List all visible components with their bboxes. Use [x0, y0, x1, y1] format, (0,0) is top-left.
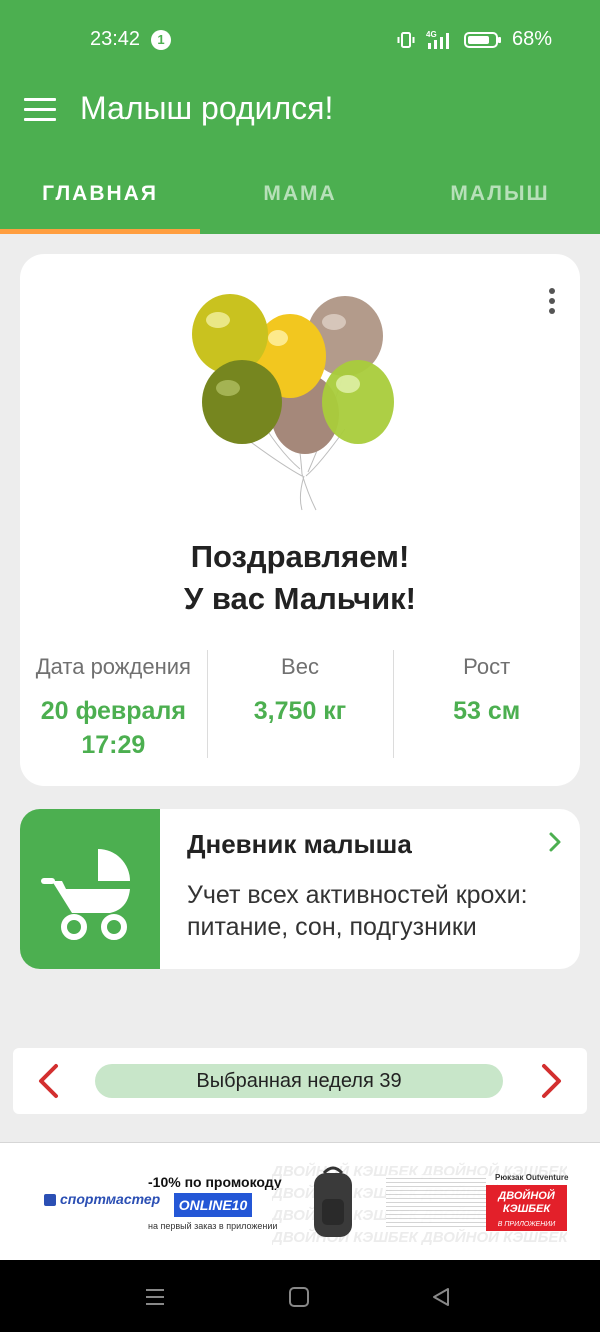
notification-badge: 1: [151, 30, 171, 50]
stat-label: Рост: [463, 654, 511, 679]
ad-promo-code: ONLINE10: [174, 1193, 252, 1217]
home-button-icon[interactable]: [288, 1286, 310, 1308]
back-button-icon[interactable]: [430, 1286, 452, 1308]
page-title: Малыш родился!: [80, 90, 334, 126]
ad-promo-subtext: на первый заказ в приложении: [148, 1221, 278, 1231]
baby-stats: Дата рождения 20 февраля 17:29 Вес 3,750…: [20, 644, 580, 764]
more-options-icon[interactable]: [546, 288, 558, 316]
stat-weight: Вес 3,750 кг: [206, 644, 394, 764]
backpack-image: [314, 1166, 352, 1237]
ad-promo-text: -10% по промокоду: [148, 1174, 282, 1190]
diary-icon-box: [20, 809, 160, 969]
recent-apps-icon[interactable]: [144, 1286, 166, 1308]
signal-4g-icon: 4G: [426, 30, 449, 49]
status-time: 23:42: [90, 28, 141, 50]
ad-brand-logo: спортмастер: [44, 1191, 160, 1207]
ad-legal-text: [386, 1175, 486, 1229]
stat-birth-date: Дата рождения 20 февраля 17:29: [20, 644, 207, 764]
weight-value: 3,750 кг: [253, 697, 347, 725]
brand-mark-icon: [44, 1194, 56, 1207]
tab-mom[interactable]: МАМА: [200, 150, 400, 234]
app-bar: Малыш родился!: [0, 80, 600, 150]
birth-date-value: 20 февраля: [40, 697, 186, 725]
congrats-heading: Поздравляем! У вас Мальчик!: [20, 536, 580, 620]
prev-week-arrow-icon[interactable]: [35, 1062, 61, 1100]
stat-height: Рост 53 см: [393, 644, 580, 764]
status-icons: 4G 68%: [396, 28, 552, 51]
stat-value: 20 февраля 17:29: [20, 694, 207, 762]
stroller-icon: [41, 849, 130, 940]
vibrate-icon: [397, 31, 415, 48]
stat-label: Вес: [281, 654, 319, 679]
balloons-image: [192, 294, 394, 511]
congrats-line-2: У вас Мальчик!: [183, 581, 416, 616]
status-bar: 23:42 1 4G 68%: [0, 0, 600, 80]
week-selector: Выбранная неделя 39: [13, 1048, 587, 1114]
system-nav-bar: [0, 1260, 600, 1332]
baby-diary-card[interactable]: Дневник малыша Учет всех активностей кро…: [20, 809, 580, 969]
tab-main[interactable]: ГЛАВНАЯ: [0, 150, 200, 234]
svg-text:4G: 4G: [426, 30, 437, 39]
stat-label: Дата рождения: [35, 654, 191, 679]
ad-brand-name: спортмастер: [60, 1191, 161, 1207]
battery-icon: [463, 31, 501, 48]
selected-week-label: Выбранная неделя 39: [95, 1064, 503, 1098]
height-value: 53 см: [453, 697, 521, 725]
tab-baby[interactable]: МАЛЫШ: [400, 150, 600, 234]
birth-time-value: 17:29: [81, 731, 146, 759]
next-week-arrow-icon[interactable]: [539, 1062, 565, 1100]
baby-info-card: Поздравляем! У вас Мальчик! Дата рождени…: [20, 254, 580, 786]
ad-product-name: Рюкзак Outventure: [495, 1173, 569, 1182]
ad-banner[interactable]: спортмастер -10% по промокоду ONLINE10 н…: [0, 1142, 600, 1260]
chevron-right-icon[interactable]: [548, 831, 562, 853]
hamburger-menu-icon[interactable]: [24, 98, 56, 122]
tab-bar: ГЛАВНАЯ МАМА МАЛЫШ: [0, 150, 600, 234]
diary-title: Дневник малыша: [187, 829, 412, 859]
congrats-line-1: Поздравляем!: [190, 539, 410, 574]
ad-cashback-badge: ДВОЙНОЙ КЭШБЕК В ПРИЛОЖЕНИИ: [486, 1185, 567, 1231]
diary-description: Учет всех активностей крохи: питание, со…: [187, 881, 528, 941]
battery-percent: 68%: [511, 28, 552, 50]
